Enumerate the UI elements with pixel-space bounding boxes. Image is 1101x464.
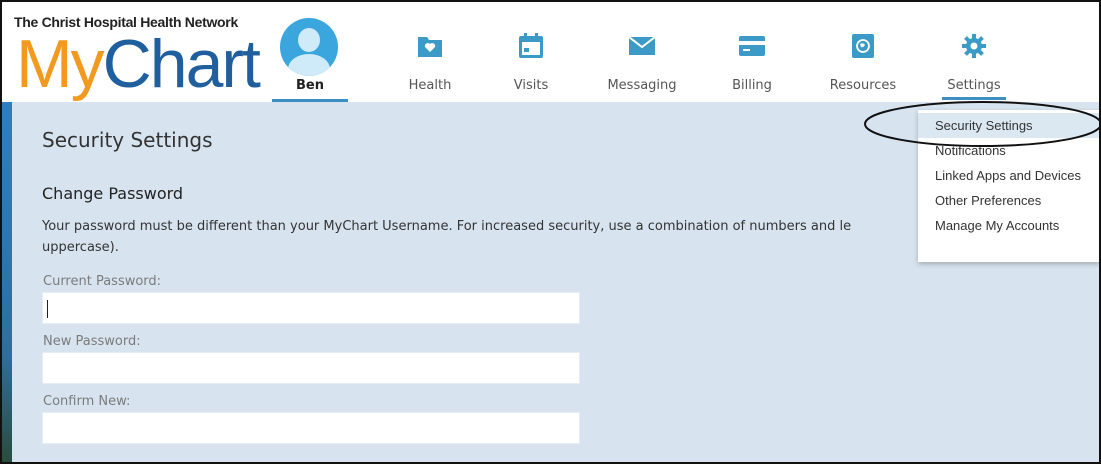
menu-item-linked-apps[interactable]: Linked Apps and Devices — [918, 163, 1099, 188]
nav-health-label: Health — [408, 78, 452, 93]
user-menu[interactable]: Ben — [272, 18, 348, 102]
section-title: Change Password — [42, 184, 184, 203]
nav-settings[interactable]: Settings — [924, 28, 1024, 102]
current-password-input[interactable] — [42, 292, 580, 324]
description-line-2: uppercase). — [42, 240, 119, 255]
globe-book-icon — [852, 34, 874, 58]
text-caret — [47, 300, 48, 318]
menu-item-notifications[interactable]: Notifications — [918, 138, 1099, 163]
heart-folder-icon — [418, 37, 442, 57]
password-description: Your password must be different than you… — [42, 216, 922, 258]
avatar — [280, 18, 338, 76]
avatar-head — [298, 28, 320, 52]
confirm-new-input[interactable] — [42, 412, 580, 444]
nav-settings-label: Settings — [947, 78, 1001, 93]
settings-active-indicator — [942, 97, 1006, 100]
page-title: Security Settings — [42, 128, 213, 152]
avatar-body — [288, 54, 330, 76]
nav-visits-label: Visits — [513, 78, 549, 93]
nav-messaging-label: Messaging — [607, 78, 677, 93]
nav-messaging[interactable]: Messaging — [592, 28, 692, 102]
confirm-new-label: Confirm New: — [43, 394, 131, 409]
header: The Christ Hospital Health Network MyCha… — [2, 2, 1099, 102]
nav-visits[interactable]: Visits — [481, 28, 581, 102]
nav-billing-label: Billing — [732, 78, 772, 93]
nav-health[interactable]: Health — [380, 28, 480, 102]
menu-item-manage-accounts[interactable]: Manage My Accounts — [918, 213, 1099, 238]
new-password-input[interactable] — [42, 352, 580, 384]
logo-chart: Chart — [102, 26, 261, 102]
nav-billing[interactable]: Billing — [702, 28, 802, 102]
logo-my: My — [16, 26, 105, 102]
left-accent-bar — [2, 102, 12, 462]
user-name: Ben — [296, 78, 324, 93]
menu-item-other-preferences[interactable]: Other Preferences — [918, 188, 1099, 213]
calendar-icon — [519, 33, 543, 58]
credit-card-icon — [739, 36, 765, 56]
gear-icon — [962, 34, 986, 58]
settings-dropdown: Security Settings Notifications Linked A… — [918, 110, 1099, 262]
envelope-icon — [628, 36, 656, 55]
current-password-label: Current Password: — [43, 274, 162, 289]
nav-resources[interactable]: Resources — [813, 28, 913, 102]
new-password-label: New Password: — [43, 334, 141, 349]
app-frame: The Christ Hospital Health Network MyCha… — [0, 0, 1101, 464]
menu-item-security-settings[interactable]: Security Settings — [918, 113, 1099, 138]
description-line-1: Your password must be different than you… — [42, 219, 852, 234]
mychart-logo[interactable]: MyChart — [16, 24, 261, 104]
nav-resources-label: Resources — [829, 78, 897, 93]
